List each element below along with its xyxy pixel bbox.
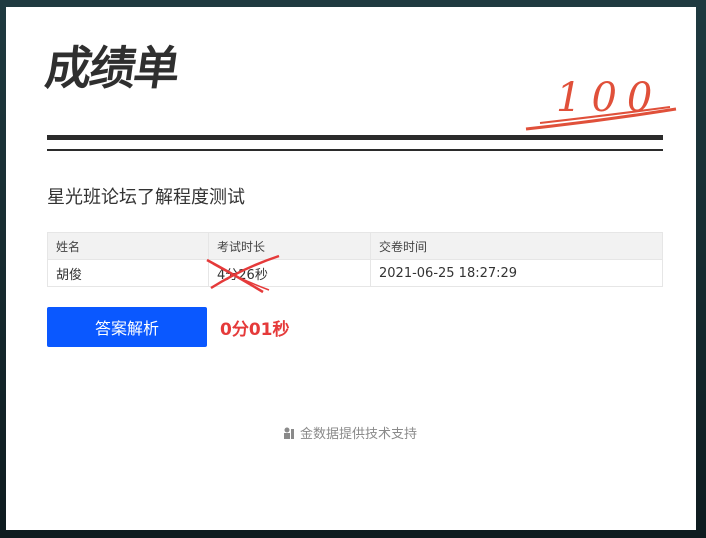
exam-title: 星光班论坛了解程度测试 xyxy=(47,187,245,208)
cell-duration: 4分26秒 xyxy=(206,254,371,294)
cell-submit-time: 2021-06-25 18:27:29 xyxy=(370,259,663,287)
report-card: 成绩单 100 星光班论坛了解程度测试 姓名 考试时长 交卷时间 胡俊 4分26… xyxy=(6,7,696,530)
header-divider-thin xyxy=(47,149,663,151)
jinshuju-logo-icon xyxy=(284,427,294,439)
footer-text: 金数据提供技术支持 xyxy=(300,427,418,442)
cell-name: 胡俊 xyxy=(47,259,209,287)
score-stamp-icon: 100 xyxy=(525,75,677,131)
table-row: 胡俊 4分26秒 2021-06-25 18:27:29 xyxy=(47,254,663,294)
header-duration: 考试时长 xyxy=(208,232,371,260)
duration-value: 4分26秒 xyxy=(217,267,268,283)
header-divider-thick xyxy=(47,135,663,140)
report-logo: 成绩单 xyxy=(42,41,182,95)
footer-credit[interactable]: 金数据提供技术支持 xyxy=(282,423,417,442)
answer-analysis-button[interactable]: 答案解析 xyxy=(47,307,207,347)
header-submit-time: 交卷时间 xyxy=(370,232,663,260)
elapsed-time: 0分01秒 xyxy=(220,320,290,340)
table-header-row: 姓名 考试时长 交卷时间 xyxy=(47,232,663,260)
result-table: 姓名 考试时长 交卷时间 胡俊 4分26秒 2021-06-25 18:27:2… xyxy=(47,232,663,294)
header-name: 姓名 xyxy=(47,232,209,260)
